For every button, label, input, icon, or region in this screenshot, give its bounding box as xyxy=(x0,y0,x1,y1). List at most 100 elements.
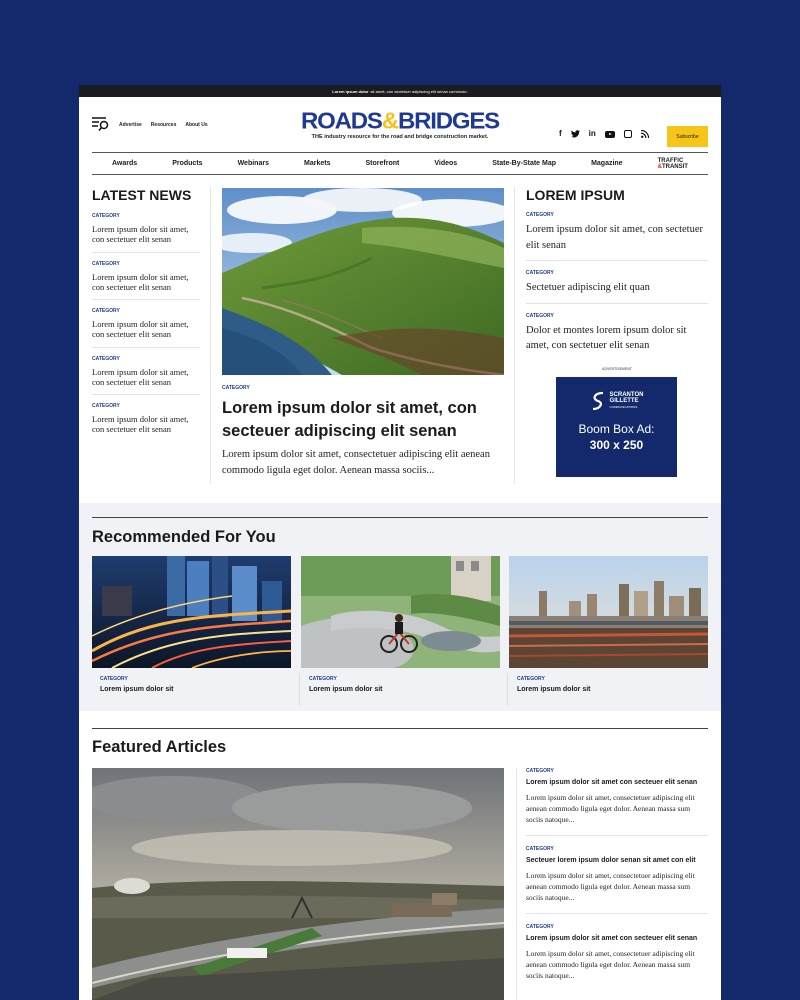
category-label[interactable]: CATEGORY xyxy=(517,676,708,682)
feature-story: CATEGORY Lorem ipsum dolor sit amet, con… xyxy=(222,188,504,478)
ad-banner[interactable]: SCRANTON GILLETTE COMMUNICATIONS Boom Bo… xyxy=(556,377,677,477)
card-title[interactable]: Lorem ipsum dolor sit xyxy=(517,686,708,693)
section-rule xyxy=(92,517,708,519)
youtube-icon[interactable] xyxy=(604,130,615,138)
category-label[interactable]: CATEGORY xyxy=(92,213,200,219)
list-item[interactable]: CATEGORY Lorem ipsum dolor sit amet con … xyxy=(526,924,708,991)
recommended-card[interactable]: CATEGORY Lorem ipsum dolor sit xyxy=(301,556,500,693)
site-header: Advertise Resources About Us ROADS&BRIDG… xyxy=(79,97,721,152)
recommended-section: Recommended For You CATEGORY Lorem ipsum… xyxy=(79,503,721,711)
announcement-bar: Lorem ipsum dolor sit amet, con sectetue… xyxy=(79,85,721,97)
advertisement-label: ADVERTISEMENT xyxy=(602,367,632,371)
article-title[interactable]: Secteuer lorem ipsum dolor senan sit ame… xyxy=(526,856,708,866)
article-excerpt: Lorem ipsum dolor sit amet, consectetuer… xyxy=(526,793,695,824)
list-item[interactable]: CATEGORY Lorem ipsum dolor sit amet con … xyxy=(526,768,708,836)
article-title[interactable]: Lorem ipsum dolor sit amet, con sectetue… xyxy=(92,367,200,387)
nav-item-markets[interactable]: Markets xyxy=(304,160,330,167)
list-item[interactable]: CATEGORY Sectetuer adipiscing elit quan xyxy=(526,261,708,304)
traffic-transit-logo[interactable]: TRAFFIC &TRANSIT xyxy=(658,158,688,170)
ad-brand-line3: COMMUNICATIONS xyxy=(609,405,638,409)
category-label[interactable]: CATEGORY xyxy=(222,385,504,391)
nav-item-products[interactable]: Products xyxy=(172,160,202,167)
card-divider xyxy=(507,673,508,705)
article-title[interactable]: Lorem ipsum dolor sit amet, con sectetue… xyxy=(92,319,200,339)
tt-line2: TRANSIT xyxy=(661,163,688,170)
card-divider xyxy=(299,673,300,705)
article-title[interactable]: Lorem ipsum dolor sit amet, con sectetue… xyxy=(526,222,708,253)
article-excerpt: Lorem ipsum dolor sit amet, consectetuer… xyxy=(526,949,695,980)
category-label[interactable]: CATEGORY xyxy=(92,356,200,362)
category-label[interactable]: CATEGORY xyxy=(526,924,708,930)
card-title[interactable]: Lorem ipsum dolor sit xyxy=(309,686,500,693)
nav-item-webinars[interactable]: Webinars xyxy=(238,160,269,167)
list-item[interactable]: CATEGORY Lorem ipsum dolor sit amet, con… xyxy=(92,348,200,395)
list-item[interactable]: CATEGORY Lorem ipsum dolor sit amet, con… xyxy=(92,300,200,348)
latest-news: LATEST NEWS CATEGORY Lorem ipsum dolor s… xyxy=(92,187,200,443)
category-label[interactable]: CATEGORY xyxy=(526,313,708,319)
ad-logo: SCRANTON GILLETTE COMMUNICATIONS xyxy=(556,391,677,411)
article-excerpt: Lorem ipsum dolor sit amet, consectetuer… xyxy=(526,871,695,902)
nav-item-videos[interactable]: Videos xyxy=(434,160,457,167)
feature-excerpt: Lorem ipsum dolor sit amet, consectetuer… xyxy=(222,449,490,476)
subscribe-button[interactable]: Subscribe xyxy=(667,126,708,147)
card-title[interactable]: Lorem ipsum dolor sit xyxy=(100,686,291,693)
list-item[interactable]: CATEGORY Lorem ipsum dolor sit amet, con… xyxy=(526,203,708,261)
category-label[interactable]: CATEGORY xyxy=(100,676,291,682)
twitter-icon[interactable] xyxy=(570,130,580,138)
ad-brand: SCRANTON GILLETTE COMMUNICATIONS xyxy=(610,392,644,410)
column-divider xyxy=(516,768,517,1000)
list-item[interactable]: CATEGORY Lorem ipsum dolor sit amet, con… xyxy=(92,395,200,443)
list-item[interactable]: CATEGORY Lorem ipsum dolor sit amet, con… xyxy=(92,253,200,300)
article-title[interactable]: Lorem ipsum dolor sit amet, con sectetue… xyxy=(92,272,200,292)
recommended-card[interactable]: CATEGORY Lorem ipsum dolor sit xyxy=(92,556,291,693)
category-label[interactable]: CATEGORY xyxy=(526,270,708,276)
card-image[interactable] xyxy=(509,556,708,668)
list-item[interactable]: CATEGORY Dolor et montes lorem ipsum dol… xyxy=(526,304,708,361)
article-title[interactable]: Lorem ipsum dolor sit amet, con sectetue… xyxy=(92,224,200,244)
featured-image[interactable] xyxy=(92,768,504,1000)
rss-icon[interactable] xyxy=(640,130,649,138)
category-label[interactable]: CATEGORY xyxy=(526,212,708,218)
announcement-bold: Lorem ipsum dolor xyxy=(332,88,369,94)
scranton-gillette-logo-icon xyxy=(592,391,603,411)
article-title[interactable]: Lorem ipsum dolor sit amet con secteuer … xyxy=(526,778,708,788)
lorem-ipsum-section: LOREM IPSUM CATEGORY Lorem ipsum dolor s… xyxy=(526,187,708,361)
category-label[interactable]: CATEGORY xyxy=(526,846,708,852)
card-image[interactable] xyxy=(301,556,500,668)
featured-list: CATEGORY Lorem ipsum dolor sit amet con … xyxy=(526,768,708,1000)
main-nav: Awards Products Webinars Markets Storefr… xyxy=(92,152,708,175)
logo-bridges: BRIDGES xyxy=(398,108,500,135)
recommended-title: Recommended For You xyxy=(92,528,276,546)
recommended-card[interactable]: CATEGORY Lorem ipsum dolor sit xyxy=(509,556,708,693)
category-label[interactable]: CATEGORY xyxy=(526,768,708,774)
nav-item-state-map[interactable]: State-By-State Map xyxy=(492,160,556,167)
nav-item-magazine[interactable]: Magazine xyxy=(591,160,623,167)
lorem-ipsum-title: LOREM IPSUM xyxy=(526,187,625,203)
article-title[interactable]: Lorem ipsum dolor sit amet con secteuer … xyxy=(526,934,708,944)
ad-text: Boom Box Ad: xyxy=(578,422,655,436)
facebook-icon[interactable]: f xyxy=(559,130,562,138)
article-title[interactable]: Lorem ipsum dolor sit amet, con sectetue… xyxy=(92,414,200,434)
linkedin-icon[interactable]: in xyxy=(589,130,596,138)
feature-headline[interactable]: Lorem ipsum dolor sit amet, con secteuer… xyxy=(222,397,504,443)
article-title[interactable]: Sectetuer adipiscing elit quan xyxy=(526,280,708,296)
latest-news-title: LATEST NEWS xyxy=(92,187,192,203)
ad-brand-line2: GILLETTE xyxy=(609,398,639,404)
announcement-text: sit amet, con sectetuer adipiscing elit … xyxy=(370,88,468,94)
category-label[interactable]: CATEGORY xyxy=(92,403,200,409)
list-item[interactable]: CATEGORY Lorem ipsum dolor sit amet, con… xyxy=(92,205,200,253)
article-title[interactable]: Dolor et montes lorem ipsum dolor sit am… xyxy=(526,323,708,354)
nav-item-storefront[interactable]: Storefront xyxy=(366,160,400,167)
list-item[interactable]: CATEGORY Secteuer lorem ipsum dolor sena… xyxy=(526,846,708,914)
column-divider xyxy=(514,187,515,484)
category-label[interactable]: CATEGORY xyxy=(92,261,200,267)
category-label[interactable]: CATEGORY xyxy=(92,308,200,314)
nav-item-awards[interactable]: Awards xyxy=(112,160,137,167)
section-rule xyxy=(92,728,708,730)
feature-image[interactable] xyxy=(222,188,504,375)
column-divider xyxy=(210,187,211,484)
card-image[interactable] xyxy=(92,556,291,668)
ad-size: 300 x 250 xyxy=(589,438,644,452)
instagram-icon[interactable] xyxy=(623,130,632,138)
category-label[interactable]: CATEGORY xyxy=(309,676,500,682)
